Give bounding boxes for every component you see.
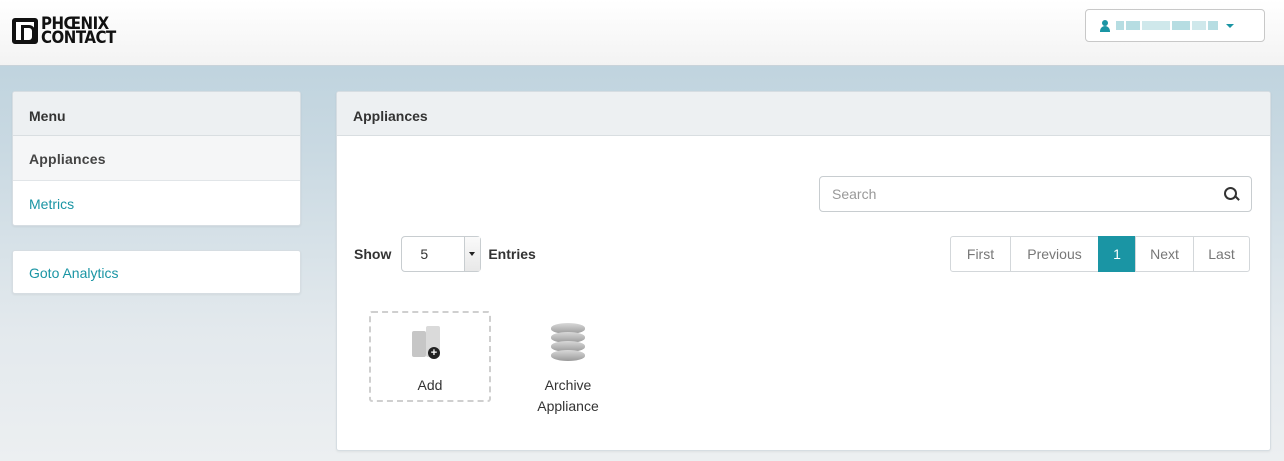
top-bar: PHŒNIX CONTACT — [0, 0, 1284, 66]
pagination-first[interactable]: First — [950, 236, 1011, 272]
archive-tile-label-line-1: Archive — [544, 377, 592, 393]
user-icon — [1100, 19, 1110, 32]
page-title: Appliances — [337, 92, 1270, 136]
select-arrow-icon — [464, 237, 481, 271]
logo-mark-icon — [12, 18, 38, 44]
archive-tile-label-line-2: Appliance — [537, 398, 599, 414]
menu-panel: Menu Appliances Metrics — [12, 91, 301, 226]
user-name-redacted — [1116, 21, 1218, 30]
sidebar-item-metrics[interactable]: Metrics — [13, 181, 300, 225]
search-input[interactable] — [820, 179, 1215, 209]
pagination-page-1[interactable]: 1 — [1098, 236, 1136, 272]
add-tile-label: Add — [417, 377, 443, 393]
show-label: Show — [354, 246, 392, 262]
sidebar-item-appliances[interactable]: Appliances — [13, 136, 300, 181]
logo-line-2: CONTACT — [41, 27, 116, 48]
chevron-down-icon — [1226, 23, 1234, 28]
phoenix-contact-logo[interactable]: PHŒNIX CONTACT — [12, 14, 116, 48]
database-icon — [550, 323, 586, 361]
appliances-panel: Appliances Show 5 Entries First Previous… — [336, 91, 1271, 451]
search-icon[interactable] — [1215, 179, 1245, 209]
entries-select-value: 5 — [420, 246, 429, 262]
add-appliance-tile[interactable]: + Add — [369, 311, 491, 402]
entries-control: Show 5 Entries — [354, 236, 536, 272]
goto-analytics-link[interactable]: Goto Analytics — [12, 250, 301, 294]
pagination-previous[interactable]: Previous — [1010, 236, 1099, 272]
search-box — [819, 176, 1252, 212]
archive-appliance-tile[interactable]: Archive Appliance — [507, 311, 629, 421]
add-appliance-icon: + — [412, 325, 446, 361]
pagination-next[interactable]: Next — [1135, 236, 1194, 272]
pagination: First Previous 1 Next Last — [950, 236, 1250, 272]
menu-title: Menu — [13, 92, 300, 136]
entries-select[interactable]: 5 — [401, 236, 482, 272]
user-menu-button[interactable] — [1085, 9, 1265, 42]
entries-label: Entries — [488, 246, 536, 262]
pagination-last[interactable]: Last — [1193, 236, 1250, 272]
